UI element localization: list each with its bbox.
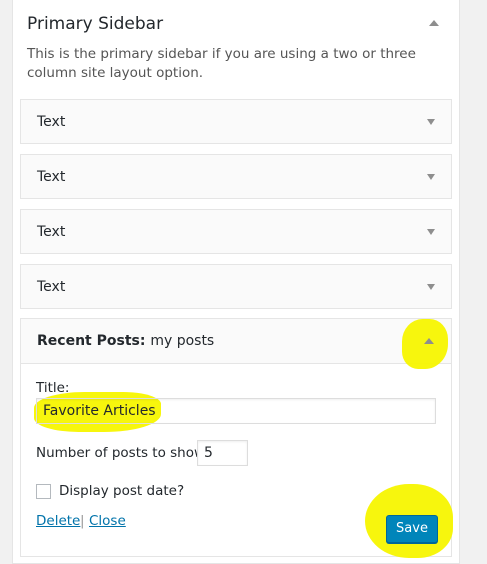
collapse-sidebar-icon[interactable] (429, 20, 439, 26)
widget-text-3[interactable]: Text (20, 209, 452, 254)
close-link[interactable]: Close (89, 513, 126, 529)
widget-title: Text (37, 169, 66, 185)
widget-text-1[interactable]: Text (20, 99, 452, 144)
display-post-date-checkbox[interactable] (36, 484, 51, 499)
sidebar-header[interactable]: Primary Sidebar (13, 0, 459, 44)
widget-header[interactable]: Recent Posts: my posts (21, 319, 451, 369)
widget-title: Text (37, 279, 66, 295)
link-separator: | (80, 513, 85, 529)
sidebar-title: Primary Sidebar (27, 14, 164, 34)
save-button[interactable]: Save (386, 515, 438, 543)
title-input[interactable] (36, 398, 436, 424)
expand-arrow-icon[interactable] (427, 284, 435, 290)
expand-arrow-icon[interactable] (427, 229, 435, 235)
widget-text-2[interactable]: Text (20, 154, 452, 199)
number-of-posts-input[interactable] (197, 440, 248, 466)
widget-title: Recent Posts: my posts (37, 333, 214, 349)
widget-title: Text (37, 224, 66, 240)
delete-link[interactable]: Delete (36, 513, 80, 529)
widget-type-label: Recent Posts: (37, 333, 146, 349)
expand-arrow-icon[interactable] (427, 174, 435, 180)
display-post-date-label: Display post date? (59, 483, 185, 499)
widget-text-4[interactable]: Text (20, 264, 452, 309)
widget-recent-posts: Recent Posts: my posts Title: Number of … (20, 318, 453, 558)
highlight-mark (402, 319, 448, 369)
widget-title: Text (37, 114, 66, 130)
collapse-arrow-icon[interactable] (424, 338, 434, 344)
primary-sidebar-area: Primary Sidebar This is the primary side… (12, 0, 460, 564)
sidebar-description: This is the primary sidebar if you are u… (27, 46, 416, 81)
expand-arrow-icon[interactable] (427, 119, 435, 125)
number-of-posts-label: Number of posts to show: (36, 445, 209, 461)
widget-instance-title: my posts (150, 333, 215, 349)
